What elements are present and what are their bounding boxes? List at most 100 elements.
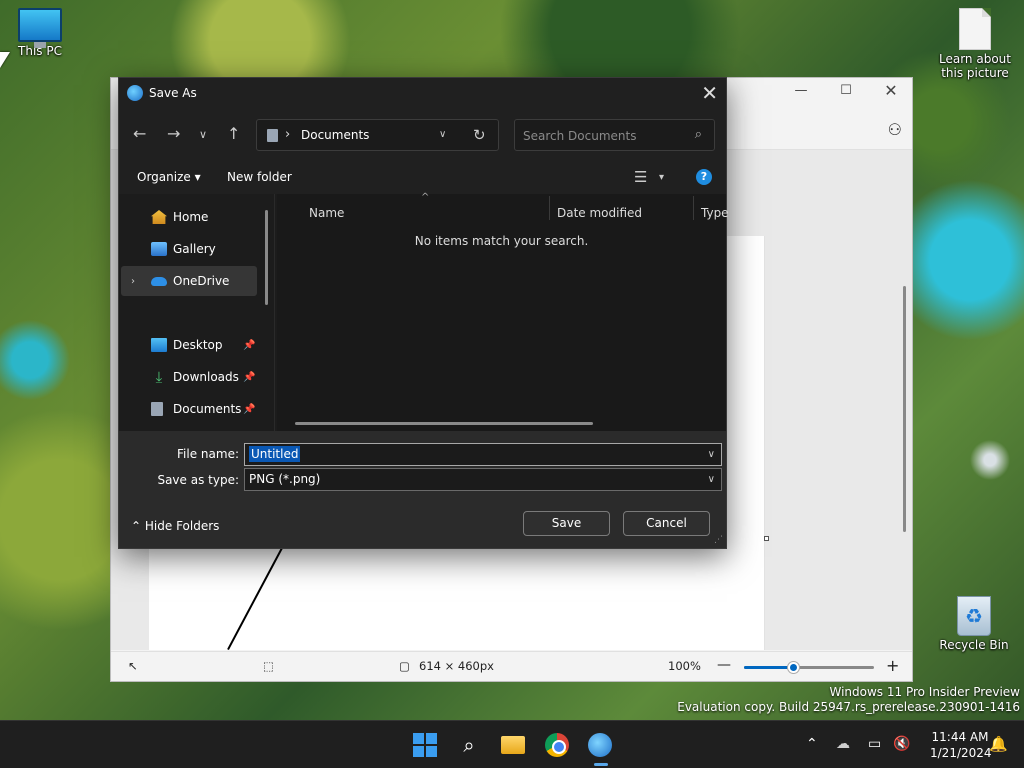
save-button[interactable]: Save <box>523 511 610 536</box>
start-button[interactable] <box>411 731 439 759</box>
learn-about-picture-desktop-icon[interactable]: Learn about this picture <box>930 8 1020 80</box>
windows-logo-icon <box>413 733 437 757</box>
organize-button[interactable]: Organize ▾ <box>137 170 201 184</box>
chevron-down-icon[interactable]: ∨ <box>708 474 715 485</box>
recycle-bin-desktop-icon[interactable]: ♻ Recycle Bin <box>938 596 1010 652</box>
nav-item-onedrive[interactable]: › OneDrive <box>121 266 257 296</box>
search-box[interactable]: ⌕ <box>514 119 715 151</box>
file-name-label: File name: <box>177 447 239 461</box>
nav-item-label: Home <box>173 210 209 224</box>
vertical-scrollbar[interactable] <box>903 286 906 532</box>
breadcrumb-documents[interactable]: Documents <box>301 128 369 142</box>
chevron-down-icon[interactable]: ∨ <box>708 449 715 460</box>
column-header-name[interactable]: Name <box>309 206 344 220</box>
minimize-button[interactable]: — <box>786 83 816 103</box>
dialog-titlebar: Save As ✕ <box>119 78 726 108</box>
notifications-bell-icon[interactable]: 🔔 <box>989 735 1008 753</box>
zoom-slider-fill <box>744 666 794 669</box>
refresh-icon[interactable]: ↻ <box>473 126 486 144</box>
file-list-pane: ^ Name Date modified Type No items match… <box>277 192 729 431</box>
file-name-input[interactable]: Untitled <box>249 446 301 462</box>
expand-chevron-icon[interactable]: › <box>131 276 135 287</box>
learn-about-picture-label: Learn about this picture <box>939 52 1011 80</box>
this-pc-desktop-icon[interactable]: This PC <box>4 8 76 58</box>
windows-watermark: Windows 11 Pro Insider Preview Evaluatio… <box>677 685 1020 715</box>
file-name-field[interactable]: Untitled ∨ <box>244 443 722 466</box>
file-explorer-taskbar-button[interactable] <box>499 731 527 759</box>
nav-item-home[interactable]: Home <box>121 202 257 232</box>
watermark-edition: Windows 11 Pro Insider Preview <box>829 685 1020 699</box>
recycle-bin-icon: ♻ <box>957 596 991 636</box>
chrome-icon <box>545 733 569 757</box>
close-icon[interactable]: ✕ <box>701 81 718 105</box>
column-divider[interactable] <box>549 196 550 220</box>
nav-item-gallery[interactable]: Gallery <box>121 234 257 264</box>
onedrive-tray-icon[interactable]: ☁ <box>836 736 850 752</box>
zoom-out-icon[interactable]: — <box>717 657 731 673</box>
volume-muted-icon[interactable]: 🔇 <box>893 736 910 752</box>
sort-ascending-icon: ^ <box>421 192 430 203</box>
horizontal-scrollbar[interactable] <box>295 422 593 425</box>
chevron-up-icon: ⌃ <box>131 519 142 533</box>
up-arrow-icon[interactable]: ↑ <box>227 124 240 143</box>
paint-taskbar-button[interactable] <box>586 731 614 759</box>
hide-folders-button[interactable]: ⌃ Hide Folders <box>131 519 219 533</box>
save-as-type-select[interactable]: PNG (*.png) ∨ <box>244 468 722 491</box>
help-icon[interactable]: ? <box>696 169 712 185</box>
column-header-type[interactable]: Type <box>701 206 729 220</box>
empty-folder-message: No items match your search. <box>414 234 589 248</box>
computer-icon <box>18 8 62 48</box>
chevron-down-icon[interactable]: ▾ <box>659 172 664 183</box>
search-input[interactable] <box>523 126 683 146</box>
new-folder-button[interactable]: New folder <box>227 170 292 184</box>
forward-arrow-icon[interactable]: → <box>167 124 180 143</box>
chevron-down-icon[interactable]: ∨ <box>439 129 446 140</box>
canvas-dimensions: 614 × 460px <box>419 659 494 673</box>
zoom-level[interactable]: 100% <box>668 659 701 673</box>
taskbar-search-icon[interactable]: ⌕ <box>455 731 483 759</box>
desktop-icon <box>151 338 167 352</box>
search-icon[interactable]: ⌕ <box>695 127 702 142</box>
resize-grip-icon[interactable]: ⋰ <box>714 535 723 545</box>
share-icon[interactable]: ⚇ <box>888 120 902 139</box>
watermark-build: Evaluation copy. Build 25947.rs_prerelea… <box>677 700 1020 714</box>
nav-item-label: Gallery <box>173 242 216 256</box>
active-app-indicator <box>594 763 608 766</box>
paint-app-icon <box>127 85 143 101</box>
close-button[interactable]: ✕ <box>876 81 906 101</box>
address-bar[interactable]: › Documents ∨ ↻ <box>256 119 499 151</box>
recent-locations-chevron-icon[interactable]: ∨ <box>199 128 207 141</box>
selection-icon: ⬚ <box>263 659 274 673</box>
nav-item-label: Downloads <box>173 370 239 384</box>
breadcrumb-chevron-icon[interactable]: › <box>285 127 290 142</box>
taskbar: ⌕ ⌃ ☁ ▭ 🔇 11:44 AM 1/21/2024 🔔 <box>0 720 1024 768</box>
nav-item-desktop[interactable]: Desktop 📌 <box>121 330 257 360</box>
home-icon <box>151 210 167 224</box>
zoom-in-icon[interactable]: + <box>886 656 899 675</box>
column-divider[interactable] <box>693 196 694 220</box>
recycle-bin-label: Recycle Bin <box>939 638 1009 652</box>
documents-icon <box>151 402 163 416</box>
documents-folder-icon <box>267 129 278 142</box>
navigation-scrollbar[interactable] <box>265 210 268 305</box>
maximize-button[interactable]: ☐ <box>831 83 861 103</box>
nav-item-downloads[interactable]: ⤓ Downloads 📌 <box>121 362 257 392</box>
nav-item-documents[interactable]: Documents 📌 <box>121 394 257 424</box>
column-header-date-modified[interactable]: Date modified <box>557 206 642 220</box>
pin-icon: 📌 <box>243 371 256 383</box>
view-options-icon[interactable]: ☰ <box>634 168 647 186</box>
chrome-taskbar-button[interactable] <box>543 731 571 759</box>
back-arrow-icon[interactable]: ← <box>133 124 146 143</box>
clock-time: 11:44 AM <box>931 730 989 744</box>
navigation-bar: ← → ∨ ↑ › Documents ∨ ↻ ⌕ <box>119 108 726 160</box>
show-hidden-icons-chevron-icon[interactable]: ⌃ <box>806 736 818 752</box>
zoom-slider[interactable] <box>744 662 874 673</box>
cancel-button[interactable]: Cancel <box>623 511 710 536</box>
network-icon[interactable]: ▭ <box>868 736 881 752</box>
pin-icon: 📌 <box>243 339 256 351</box>
gallery-icon <box>151 242 167 256</box>
folder-icon <box>501 736 525 754</box>
clock[interactable]: 11:44 AM 1/21/2024 <box>930 729 992 761</box>
canvas-resize-handle[interactable] <box>764 536 769 541</box>
zoom-slider-thumb[interactable] <box>788 662 800 673</box>
